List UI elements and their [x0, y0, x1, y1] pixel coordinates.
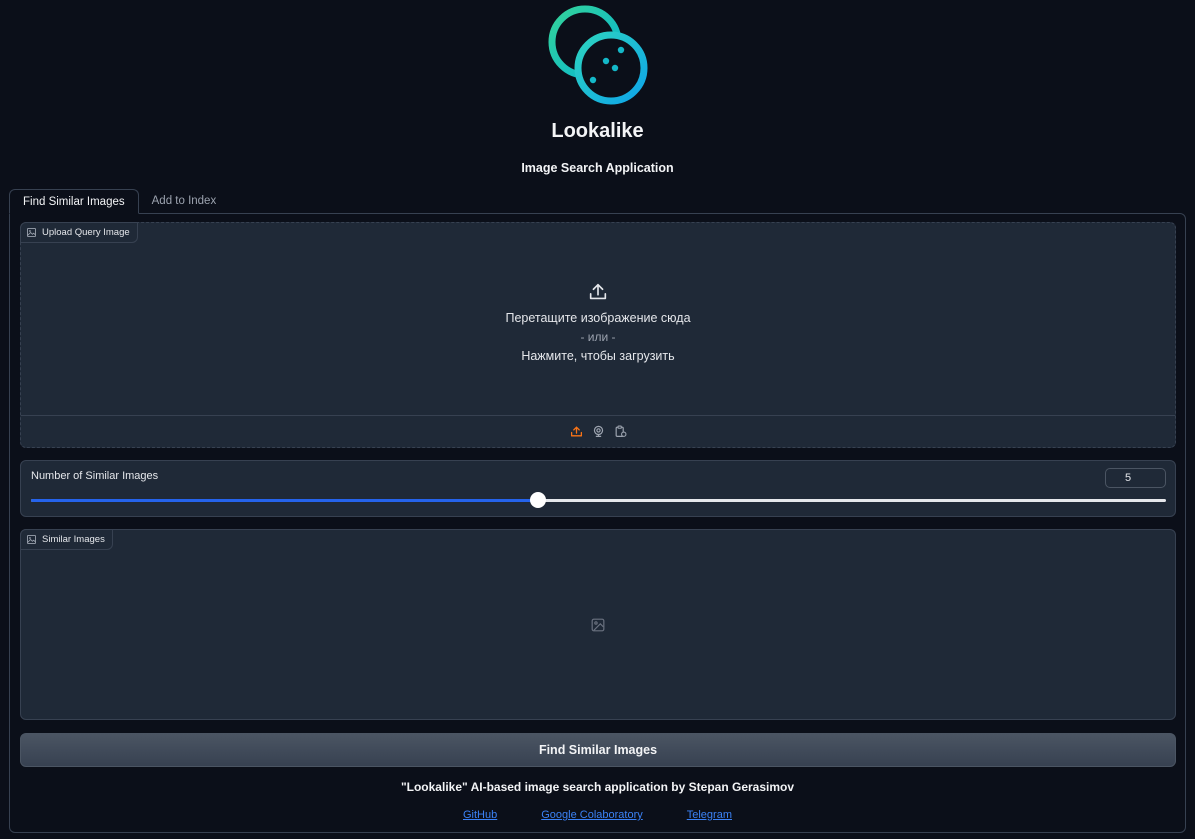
footer-links: GitHub Google Colaboratory Telegram	[10, 809, 1185, 821]
app-subtitle: Image Search Application	[521, 161, 674, 175]
slider-label: Number of Similar Images	[31, 470, 159, 482]
source-selector	[21, 415, 1175, 447]
click-to-upload-text: Нажмите, чтобы загрузить	[521, 348, 675, 363]
similar-images-gallery: Similar Images	[20, 529, 1176, 720]
tab-bar: Find Similar Images Add to Index	[9, 189, 229, 214]
lookalike-logo-icon	[548, 5, 648, 105]
image-placeholder-icon	[591, 618, 605, 631]
upload-source-button[interactable]	[568, 424, 584, 440]
slider-fill	[31, 499, 538, 502]
image-drop-zone[interactable]: Перетащите изображение сюда - или - Нажм…	[21, 223, 1175, 415]
clipboard-icon	[615, 425, 626, 437]
gallery-empty-state	[21, 530, 1175, 719]
find-similar-images-button[interactable]: Find Similar Images	[20, 733, 1176, 767]
github-link[interactable]: GitHub	[463, 809, 497, 821]
webcam-icon	[593, 425, 603, 437]
app-title: Lookalike	[551, 120, 644, 142]
logo	[0, 0, 1195, 112]
upload-arrow-icon	[589, 283, 607, 299]
tab-panel-find-similar: Upload Query Image Перетащите изображени…	[9, 213, 1186, 833]
similar-count-input[interactable]	[1105, 468, 1166, 488]
slider-thumb[interactable]	[529, 492, 546, 508]
telegram-link[interactable]: Telegram	[687, 809, 732, 821]
upload-icon	[570, 426, 582, 437]
tab-find-similar-images[interactable]: Find Similar Images	[9, 189, 139, 214]
upload-query-image-block: Upload Query Image Перетащите изображени…	[20, 222, 1176, 448]
tab-add-to-index[interactable]: Add to Index	[139, 189, 230, 214]
drop-or-separator: - или -	[580, 329, 616, 344]
webcam-source-button[interactable]	[590, 424, 606, 440]
clipboard-source-button[interactable]	[612, 424, 628, 440]
google-colaboratory-link[interactable]: Google Colaboratory	[541, 809, 643, 821]
similar-count-slider[interactable]	[31, 492, 1166, 508]
similar-count-slider-block: Number of Similar Images	[20, 460, 1176, 517]
drop-instruction: Перетащите изображение сюда	[505, 310, 691, 325]
footer-credit: "Lookalike" AI-based image search applic…	[400, 780, 795, 794]
